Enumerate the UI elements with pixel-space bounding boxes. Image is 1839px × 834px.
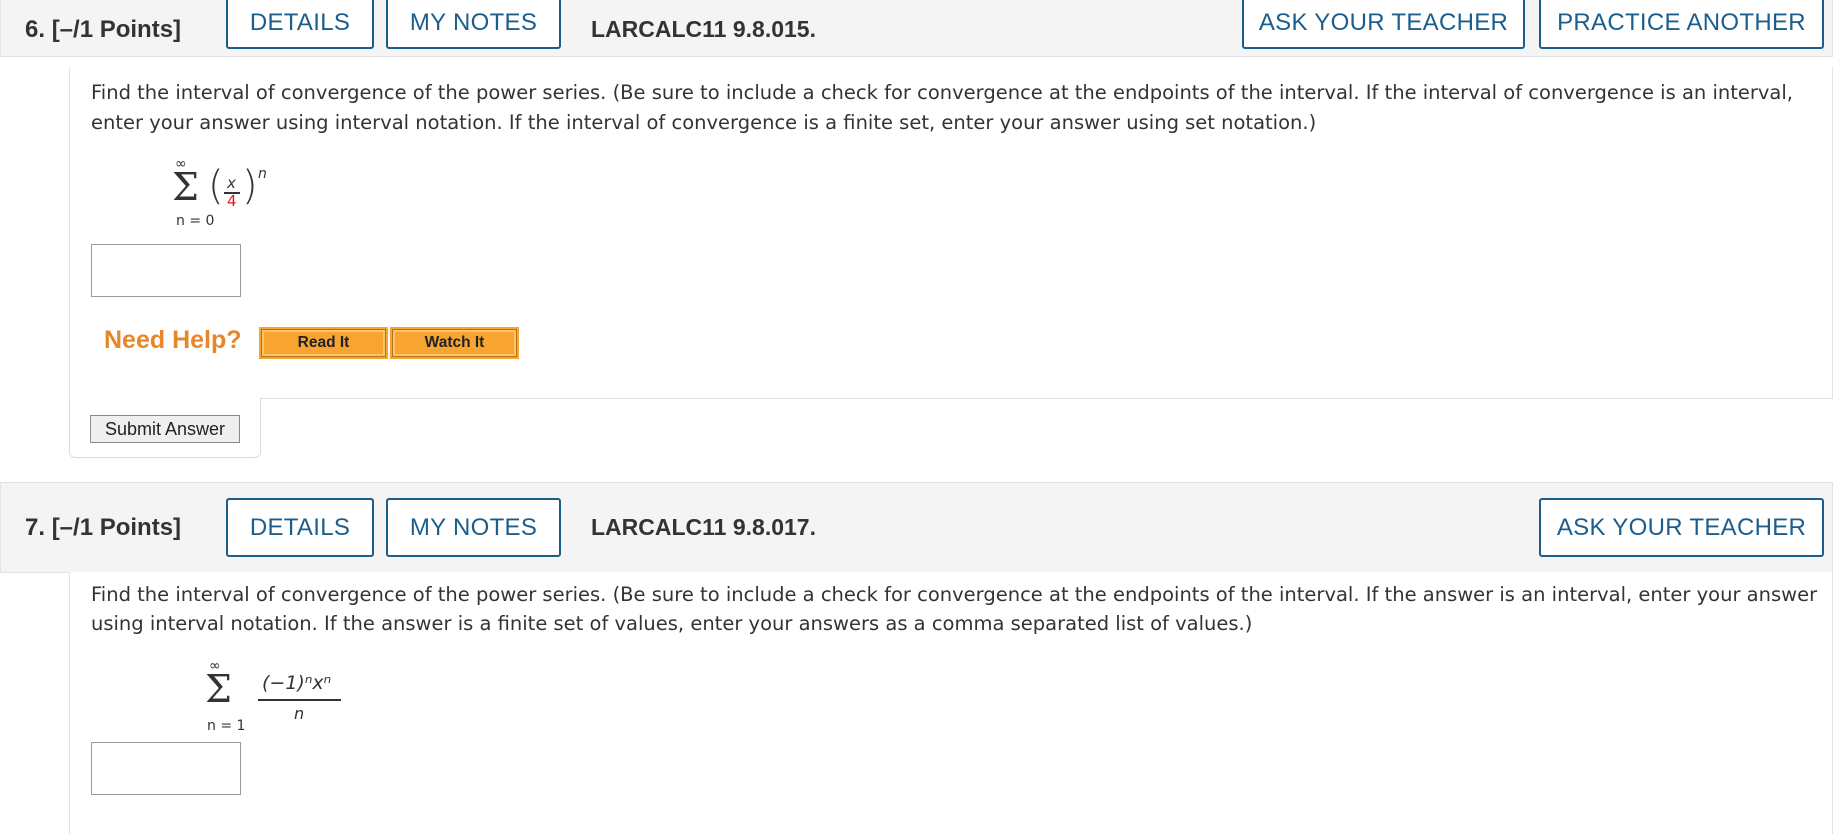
question-code: LARCALC11 9.8.015. [591, 16, 816, 42]
ask-teacher-button[interactable]: ASK YOUR TEACHER [1539, 498, 1824, 557]
question-code: LARCALC11 9.8.017. [591, 514, 816, 540]
lower-limit: n = 1 [207, 718, 246, 734]
question-6-header: 6. [–/1 Points] DETAILS MY NOTES LARCALC… [0, 0, 1833, 57]
answer-input[interactable] [91, 742, 241, 795]
answer-input[interactable] [91, 244, 241, 297]
question-7-header: 7. [–/1 Points] DETAILS MY NOTES LARCALC… [0, 482, 1833, 573]
question-7-prompt: Find the interval of convergence of the … [91, 583, 1818, 635]
series-expression: ∞ Σ n = 0 ( x 4 ) n [160, 156, 320, 230]
denominator: n [294, 704, 305, 723]
my-notes-button[interactable]: MY NOTES [386, 498, 561, 557]
question-number: 6. [25, 15, 46, 43]
ask-teacher-button[interactable]: ASK YOUR TEACHER [1242, 0, 1525, 49]
fraction-bar [258, 699, 341, 701]
submit-answer-button[interactable]: Submit Answer [90, 415, 240, 443]
details-button[interactable]: DETAILS [226, 0, 374, 49]
series-expression: ∞ Σ n = 1 (−1)ⁿxⁿ n [193, 658, 373, 734]
sigma-icon: Σ [205, 667, 232, 711]
exponent: n [258, 166, 267, 182]
left-paren: ( [208, 163, 224, 209]
read-it-button[interactable]: Read It [259, 327, 388, 359]
question-6-prompt: Find the interval of convergence of the … [91, 81, 1793, 134]
sigma-icon: Σ [172, 165, 199, 209]
question-7-title: 7. [–/1 Points] [25, 483, 181, 572]
question-points: [–/1 Points] [51, 513, 182, 541]
details-button[interactable]: DETAILS [226, 498, 374, 557]
question-number: 7. [25, 513, 46, 541]
lower-limit: n = 0 [176, 213, 215, 229]
numerator: (−1)ⁿxⁿ [262, 672, 332, 694]
numerator: x [227, 174, 236, 192]
practice-another-button[interactable]: PRACTICE ANOTHER [1539, 0, 1824, 49]
need-help-label: Need Help? [104, 326, 242, 354]
right-paren: ) [242, 163, 258, 209]
my-notes-button[interactable]: MY NOTES [386, 0, 561, 49]
question-points: [–/1 Points] [51, 15, 182, 43]
denominator: 4 [227, 192, 237, 210]
watch-it-button[interactable]: Watch It [390, 327, 519, 359]
question-6-title: 6. [–/1 Points] [25, 1, 181, 58]
